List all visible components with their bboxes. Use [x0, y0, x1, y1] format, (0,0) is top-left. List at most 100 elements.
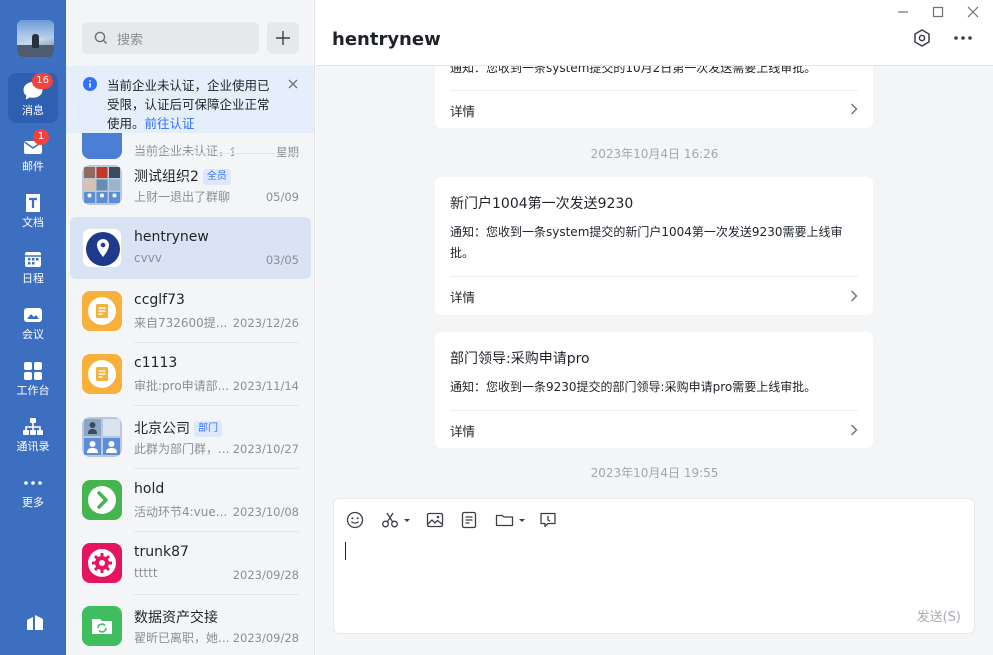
- info-icon: [83, 77, 97, 91]
- more-dots-icon[interactable]: [952, 28, 974, 48]
- conversation-item[interactable]: 数据资产交接 翟昕已离职，她... 2023/09/28: [70, 595, 311, 655]
- activity-avatar: [82, 480, 122, 520]
- more-dots-icon: [24, 481, 42, 485]
- conversation-item[interactable]: c1113 审批:pro申请部... 2023/11/14: [70, 343, 311, 405]
- rail-item-messages[interactable]: 消息 16: [8, 73, 58, 123]
- conversation-preview: 此群为部门群，...: [134, 442, 230, 456]
- conversation-time: 2023/12/26: [232, 316, 299, 330]
- rail-item-mail[interactable]: 邮件 1: [8, 129, 58, 179]
- conversation-time: 2023/09/28: [232, 631, 299, 645]
- rail-item-workbench[interactable]: 工作台: [8, 353, 58, 403]
- chevron-right-icon[interactable]: [850, 290, 858, 302]
- conversation-name: 数据资产交接: [134, 610, 218, 626]
- verification-banner: 当前企业未认证，企业使用已受限，认证后可保障企业正常使用。前往认证: [66, 66, 314, 133]
- plus-icon: [276, 31, 290, 45]
- user-avatar[interactable]: [17, 20, 54, 57]
- document-icon[interactable]: [460, 511, 478, 529]
- conversation-time: 2023/11/14: [232, 379, 299, 393]
- feedback-icon[interactable]: [539, 511, 557, 529]
- search-input[interactable]: 搜索: [117, 29, 143, 48]
- rail-item-more[interactable]: 更多: [8, 465, 58, 515]
- conversation-preview: 来自732600提...: [134, 316, 228, 330]
- conversation-item[interactable]: hold 活动环节4:vue... 2023/10/08: [70, 469, 311, 531]
- card-body: 通知：您收到一条system提交的新门户1004第一次发送9230需要上线审批。: [450, 225, 843, 260]
- conversation-item[interactable]: 北京公司 部门 此群为部门群，... 2023/10/27: [70, 406, 311, 468]
- folder-sync-icon: [92, 619, 112, 634]
- rail-label: 会议: [22, 328, 44, 341]
- conversation-preview: 上财一退出了群聊: [134, 190, 231, 204]
- chat-title: hentrynew: [332, 29, 441, 50]
- calendar-icon: [25, 252, 41, 267]
- approval-avatar: [82, 291, 122, 331]
- text-cursor: [345, 542, 346, 560]
- close-window-icon[interactable]: [967, 6, 979, 18]
- conversation-name: 测试组织2 全员: [134, 166, 231, 186]
- card-detail-link[interactable]: 详情: [450, 101, 475, 120]
- card-title: 新门户1004第一次发送9230: [450, 196, 634, 212]
- rail-label: 更多: [22, 496, 44, 509]
- card-detail-link[interactable]: 详情: [450, 287, 475, 306]
- approval-icon: [88, 360, 116, 388]
- conversation-time: 2023/10/27: [232, 442, 299, 456]
- conversation-item[interactable]: trunk87 ttttt 2023/09/28: [70, 532, 311, 594]
- gear-icon: [88, 549, 116, 577]
- search-box[interactable]: 搜索: [82, 22, 259, 54]
- conversation-item[interactable]: ccglf73 来自732600提... 2023/12/26: [70, 280, 311, 342]
- conversation-name: 北京公司 部门: [134, 418, 222, 438]
- message-card: 新门户1004第一次发送9230 通知：您收到一条system提交的新门户100…: [435, 177, 873, 315]
- unread-badge: 1: [33, 129, 49, 145]
- rail-label: 工作台: [16, 384, 50, 397]
- maximize-icon[interactable]: [932, 6, 944, 18]
- settings-avatar: [82, 543, 122, 583]
- rail-item-docs[interactable]: 文档: [8, 185, 58, 235]
- rail-label: 日程: [22, 272, 44, 285]
- conversation-preview: 审批:pro申请部...: [134, 379, 230, 393]
- close-icon[interactable]: [287, 78, 299, 90]
- group-avatar: [82, 417, 122, 457]
- card-detail-link[interactable]: 详情: [450, 421, 475, 440]
- rail-item-meeting[interactable]: 会议: [8, 297, 58, 347]
- rail-label: 消息: [22, 104, 44, 117]
- rail-item-calendar[interactable]: 日程: [8, 241, 58, 291]
- approval-avatar: [82, 354, 122, 394]
- rail-item-contacts[interactable]: 通讯录: [8, 409, 58, 459]
- banner-text: 当前企业未认证，企业使用已受限，认证后可保障企业正常使用。前往认证: [107, 76, 279, 133]
- conversation-time: 2023/10/08: [232, 505, 299, 519]
- conversation-name: c1113: [134, 355, 178, 371]
- conversation-preview: 活动环节4:vue...: [134, 505, 228, 519]
- screenshot-scissors-icon[interactable]: [381, 511, 411, 529]
- rail-label: 文档: [22, 216, 44, 229]
- unread-badge: 16: [32, 73, 53, 89]
- group-avatar: [82, 165, 122, 205]
- conversation-item[interactable]: 测试组织2 全员 上财一退出了群聊 05/09: [70, 154, 311, 216]
- conversation-avatar: [82, 228, 122, 268]
- chevron-right-icon[interactable]: [850, 103, 858, 115]
- add-button[interactable]: [267, 22, 299, 54]
- image-icon[interactable]: [426, 511, 444, 529]
- org-chart-icon: [23, 418, 43, 435]
- minimize-icon[interactable]: [897, 6, 909, 18]
- card-body: 通知：您收到一条9230提交的部门领导:采购申请pro需要上线审批。: [450, 380, 817, 394]
- conversation-name: ccglf73: [134, 292, 185, 308]
- emoji-icon[interactable]: [346, 511, 364, 529]
- send-button[interactable]: 发送(S): [917, 606, 961, 625]
- conversation-time: 05/09: [265, 190, 299, 204]
- chevron-right-icon[interactable]: [850, 424, 858, 436]
- conversation-item-active[interactable]: hentrynew cvvv 03/05: [70, 217, 311, 279]
- grid-icon: [24, 362, 42, 380]
- message-composer[interactable]: 发送(S): [333, 498, 975, 634]
- message-card: 部门领导:采购申请pro 通知：您收到一条9230提交的部门领导:采购申请pro…: [435, 332, 873, 448]
- department-tag: 部门: [194, 421, 222, 437]
- folder-icon[interactable]: [495, 511, 527, 529]
- conversation-time: 03/05: [265, 253, 299, 267]
- verify-link[interactable]: 前往认证: [145, 116, 195, 131]
- conversation-list: 搜索 当前企业未认证，企... 星期 当前企业未认证，企业使用已受限，认证后可保…: [66, 0, 315, 655]
- meeting-icon: [24, 308, 42, 322]
- building-icon[interactable]: [25, 612, 45, 632]
- conversation-preview: cvvv: [134, 251, 162, 265]
- conversation-time: 2023/09/28: [232, 568, 299, 582]
- settings-hexagon-icon[interactable]: [912, 28, 932, 48]
- rail-label: 邮件: [22, 160, 44, 173]
- conversation-name: hold: [134, 481, 165, 497]
- search-icon: [94, 31, 107, 44]
